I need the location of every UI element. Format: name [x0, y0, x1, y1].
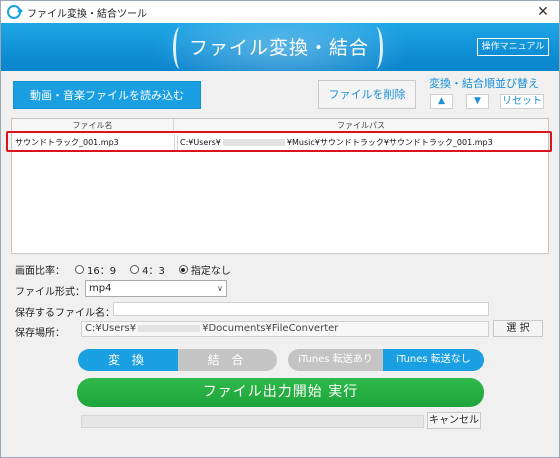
chevron-down-icon: ∨ [217, 284, 223, 293]
load-files-button[interactable]: 動画・音楽ファイルを読み込む [13, 81, 201, 109]
selected-row-highlight [6, 131, 552, 152]
save-location-field[interactable]: C:¥Users¥ ¥Documents¥FileConverter [81, 321, 489, 337]
banner-arc-right [369, 27, 383, 69]
header-banner: ファイル変換・結合 [1, 23, 559, 71]
save-location-label: 保存場所： [15, 328, 65, 339]
aspect-ratio-group: 画面比率： 16：9 4：3 指定なし [15, 262, 245, 277]
close-icon[interactable]: ✕ [535, 4, 551, 20]
progress-bar [81, 415, 424, 428]
app-refresh-icon [7, 5, 21, 19]
itunes-transfer-off-button[interactable]: iTunes 転送なし [383, 349, 484, 371]
radio-unspecified[interactable]: 指定なし [178, 262, 231, 277]
banner-title: ファイル変換・結合 [188, 37, 369, 59]
run-export-button[interactable]: ファイル出力開始 実行 [77, 378, 484, 407]
window-title: ファイル変換・結合ツール [27, 8, 147, 20]
move-up-button[interactable]: ▲ [430, 94, 453, 109]
app-window: ファイル変換・結合ツール ✕ ファイル変換・結合 操作マニュアル 動画・音楽ファ… [0, 0, 560, 458]
redacted-username [138, 324, 201, 332]
radio-unspecified-label: 指定なし [190, 266, 231, 277]
save-location-prefix: C:¥Users¥ [85, 323, 137, 334]
itunes-transfer-on-button[interactable]: iTunes 転送あり [288, 349, 383, 371]
cancel-button[interactable]: キャンセル [427, 412, 481, 429]
save-location-suffix: ¥Documents¥FileConverter [202, 323, 339, 334]
convert-join-toggle: 変 換 結 合 [78, 349, 277, 371]
delete-file-button[interactable]: ファイルを削除 [318, 80, 416, 109]
radio-16-9[interactable]: 16：9 [75, 262, 116, 277]
title-bar: ファイル変換・結合ツール ✕ [1, 1, 559, 23]
file-format-value: mp4 [89, 283, 112, 294]
file-format-select[interactable]: mp4 ∨ [85, 280, 227, 297]
radio-4-3[interactable]: 4：3 [130, 262, 165, 277]
itunes-transfer-toggle: iTunes 転送あり iTunes 転送なし [288, 349, 484, 371]
radio-4-3-label: 4：3 [142, 266, 165, 277]
banner-arc-left [173, 27, 187, 69]
reorder-label: 変換・結合順並び替え [429, 77, 539, 90]
radio-16-9-circle[interactable] [75, 265, 84, 274]
radio-16-9-label: 16：9 [87, 266, 117, 277]
file-format-label: ファイル形式： [15, 287, 85, 298]
move-down-button[interactable]: ▼ [466, 94, 489, 109]
save-filename-input[interactable] [113, 302, 489, 316]
convert-mode-button[interactable]: 変 換 [78, 349, 178, 371]
browse-button[interactable]: 選 択 [493, 320, 543, 337]
save-filename-label: 保存するファイル名： [15, 308, 115, 319]
reset-order-button[interactable]: リセット [500, 94, 544, 109]
radio-4-3-circle[interactable] [130, 265, 140, 274]
aspect-ratio-label: 画面比率： [15, 266, 65, 277]
radio-unspecified-circle[interactable] [178, 265, 188, 274]
manual-button[interactable]: 操作マニュアル [477, 38, 549, 56]
join-mode-button[interactable]: 結 合 [178, 349, 277, 371]
